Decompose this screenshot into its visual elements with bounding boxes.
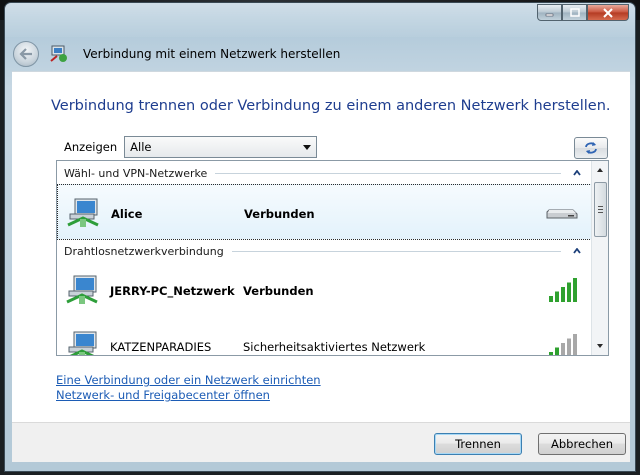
filter-label: Anzeigen [64,140,118,154]
button-bar: Trennen Abbrechen [12,422,630,462]
window-title: Verbindung mit einem Netzwerk herstellen [83,47,341,61]
network-computer-icon [67,198,99,227]
signal-bar [573,278,577,302]
setup-connection-link[interactable]: Eine Verbindung oder ein Netzwerk einric… [56,373,321,388]
minimize-icon [545,13,554,17]
network-status: Verbunden [243,284,314,298]
signal-bar [573,334,577,355]
network-name: KATZENPARADIES [110,340,212,354]
close-icon [603,7,613,18]
refresh-button[interactable] [574,137,608,159]
signal-bar [561,287,565,302]
scroll-down-arrow-icon[interactable] [597,344,603,348]
signal-bar [561,343,565,355]
network-connection-icon [50,45,67,62]
collapse-chevron-icon[interactable] [571,248,583,254]
signal-bar [555,291,559,302]
network-list[interactable]: Wähl- und VPN-Netzwerke Alice Verbunden [56,160,609,356]
network-name: JERRY-PC_Netzwerk [110,284,235,298]
signal-strength-icon [549,334,577,355]
network-item-jerry-pc[interactable]: JERRY-PC_Netzwerk Verbunden [57,262,592,318]
scroll-up-arrow-icon[interactable] [597,168,603,172]
cancel-button[interactable]: Abbrechen [538,433,626,455]
signal-strength-icon [549,278,577,302]
links-section: Eine Verbindung oder ein Netzwerk einric… [56,373,321,403]
disconnect-button[interactable]: Trennen [434,433,522,455]
signal-bar [555,347,559,355]
list-scrollbar[interactable] [591,161,608,355]
group-title: Wähl- und VPN-Netzwerke [64,166,208,180]
content-area: Verbindung trennen oder Verbindung zu ei… [12,71,630,422]
filter-row: Anzeigen Alle [64,136,318,158]
network-computer-icon [66,275,98,304]
signal-bar [549,352,553,355]
network-item-katzenparadies[interactable]: KATZENPARADIES Sicherheitsaktiviertes Ne… [57,318,592,355]
refresh-icon [585,142,597,154]
network-center-link[interactable]: Netzwerk- und Freigabecenter öffnen [56,388,321,403]
maximize-icon [569,8,580,17]
collapse-chevron-icon[interactable] [571,170,583,176]
window-controls [537,4,629,21]
navigation-row: Verbindung mit einem Netzwerk herstellen [13,39,340,69]
back-arrow-icon [19,48,32,60]
filter-dropdown[interactable]: Alle [124,136,318,158]
network-item-alice[interactable]: Alice Verbunden [57,184,592,240]
page-heading: Verbindung trennen oder Verbindung zu ei… [51,98,611,114]
maximize-button[interactable] [562,4,587,21]
signal-bar [549,296,553,302]
back-button[interactable] [13,41,39,67]
group-divider [231,250,561,252]
network-name: Alice [111,207,143,221]
chevron-down-icon [303,145,312,150]
minimize-button[interactable] [537,4,562,21]
scrollbar-thumb[interactable] [594,182,607,237]
group-header-wireless[interactable]: Drahtlosnetzwerkverbindung [57,240,592,262]
network-status: Verbunden [244,207,315,221]
filter-dropdown-value: Alle [130,140,152,154]
group-title: Drahtlosnetzwerkverbindung [64,244,224,258]
group-header-dialup-vpn[interactable]: Wähl- und VPN-Netzwerke [57,162,592,184]
group-divider [215,172,561,174]
dialog-window: Verbindung mit einem Netzwerk herstellen… [4,2,636,472]
network-computer-icon [68,331,97,355]
modem-icon [546,209,578,219]
network-status: Sicherheitsaktiviertes Netzwerk [243,340,426,354]
signal-bar [567,338,571,355]
close-button[interactable] [587,4,629,21]
signal-bar [567,282,571,302]
